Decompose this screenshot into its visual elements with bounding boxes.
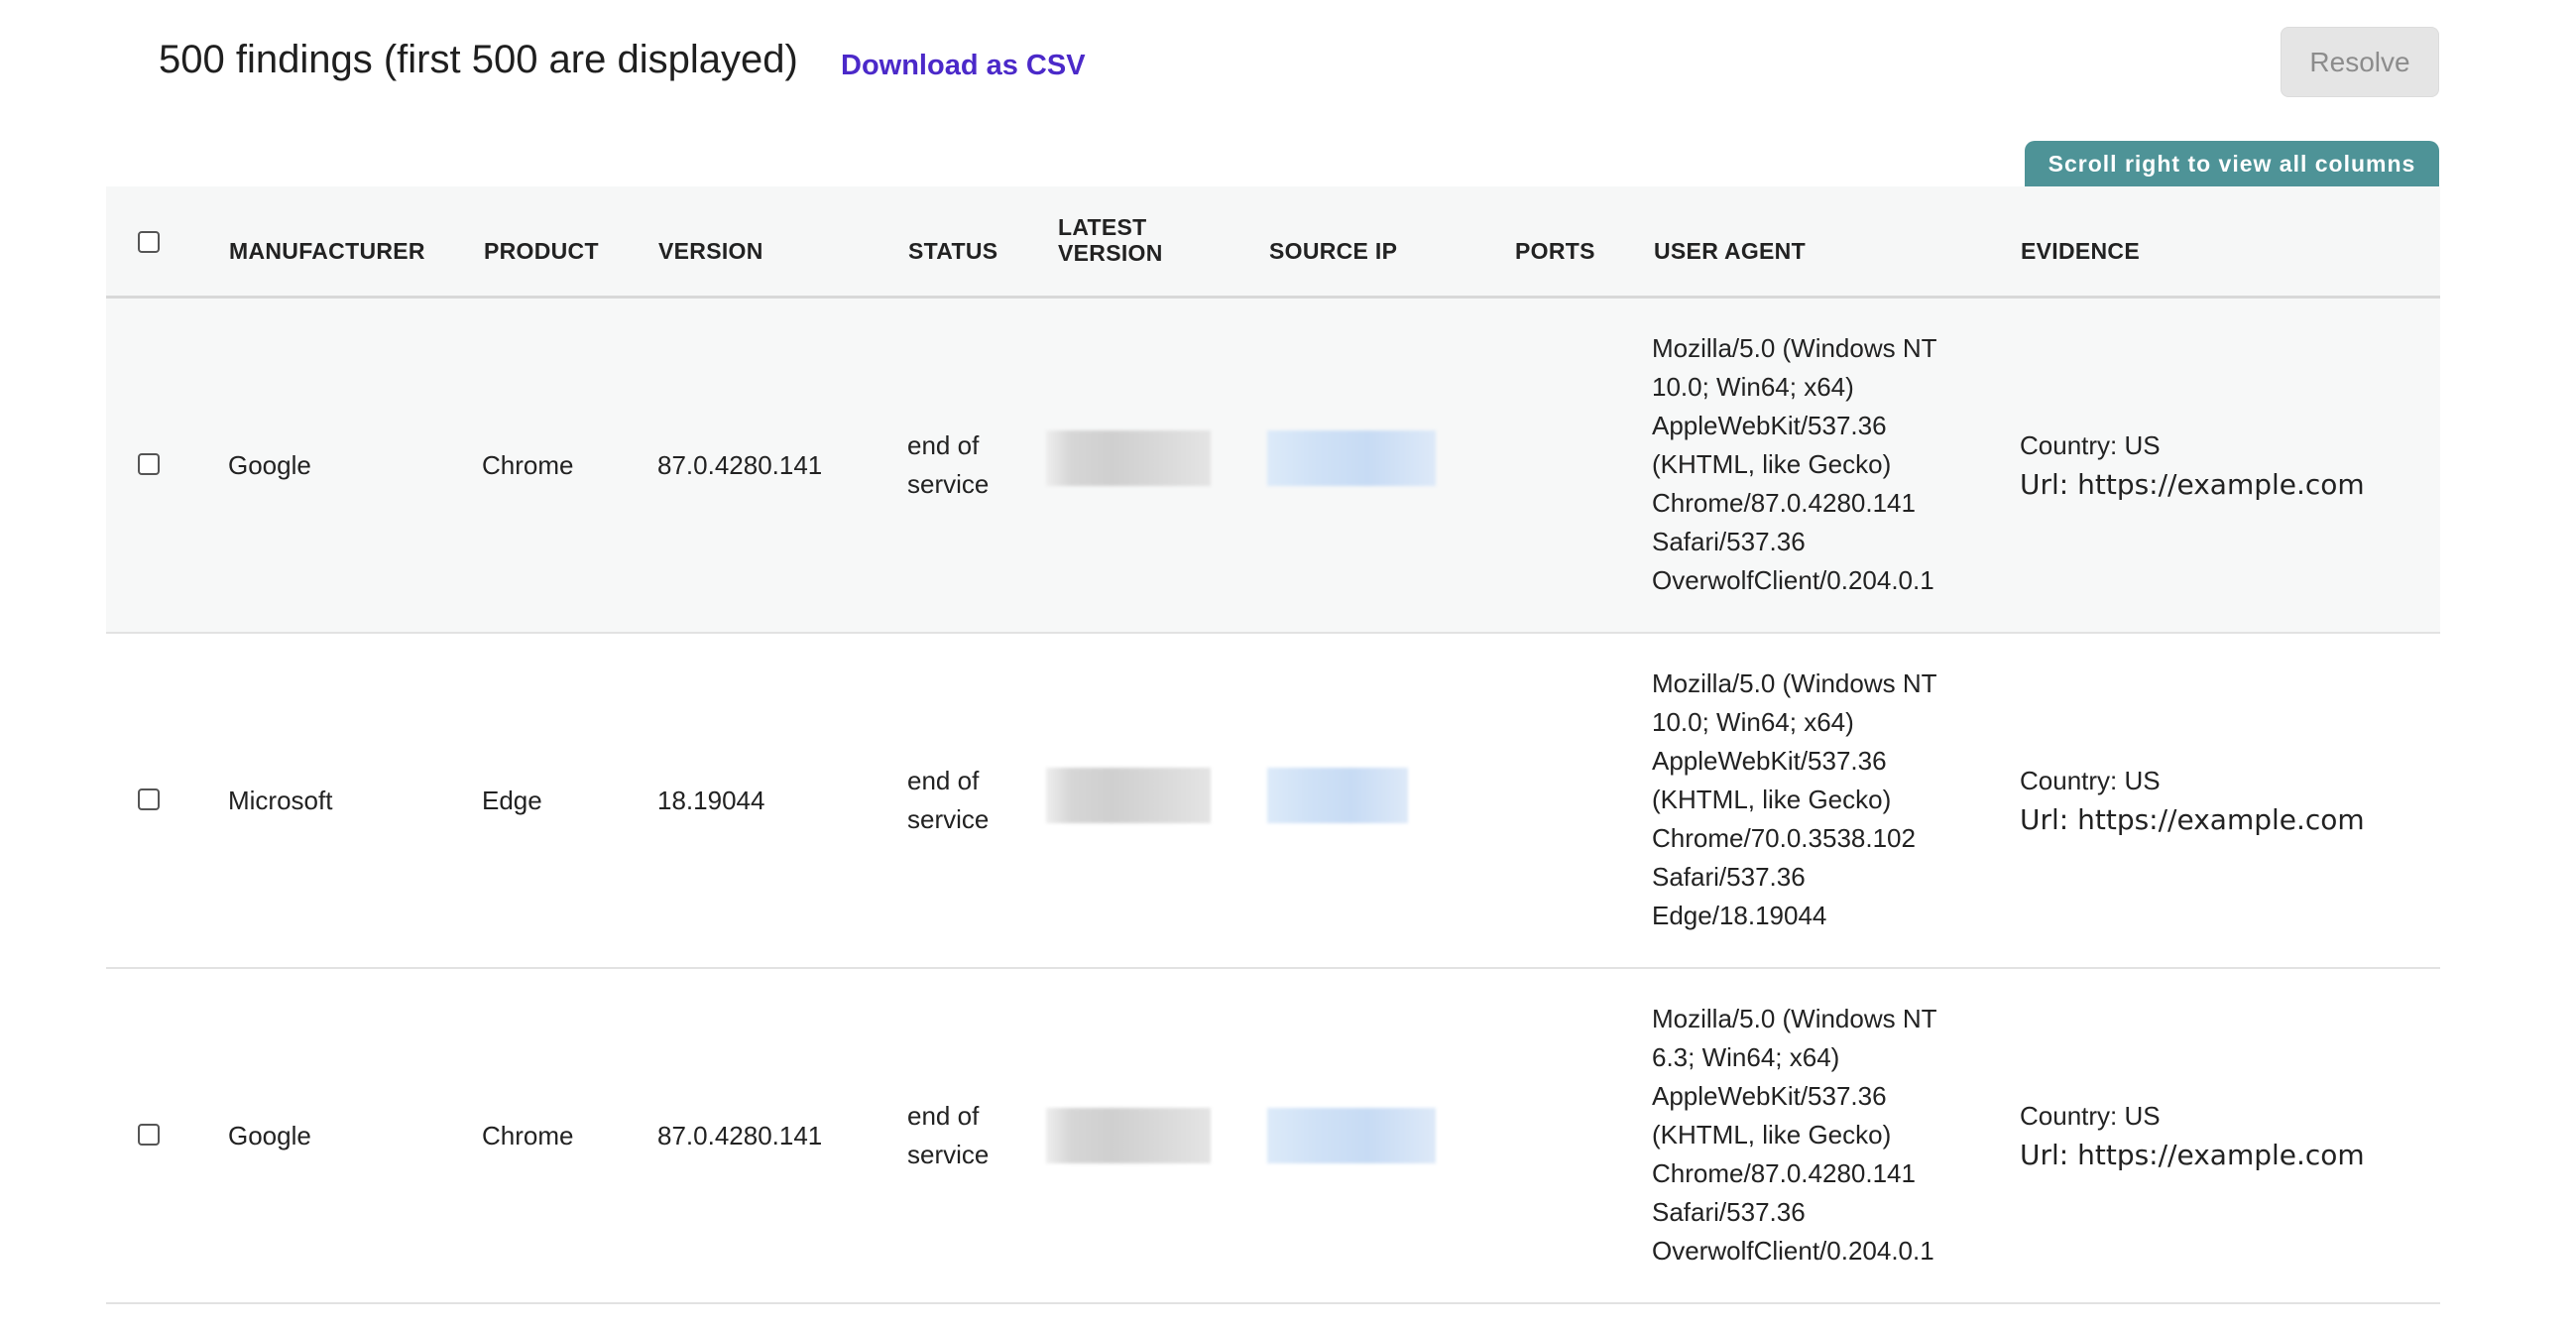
user-agent-line: Chrome/87.0.4280.141 xyxy=(1652,1158,1916,1188)
evidence-url: Url: https://example.com xyxy=(2020,803,2365,836)
column-header-latest-version[interactable]: LATEST VERSION xyxy=(1058,214,1163,266)
cell-user-agent: Mozilla/5.0 (Windows NT 6.3; Win64; x64)… xyxy=(1652,1000,1969,1270)
cell-status: end of service xyxy=(907,1097,989,1174)
column-header-version[interactable]: VERSION xyxy=(658,238,763,264)
user-agent-line: Edge/18.19044 xyxy=(1652,901,1827,930)
cell-status-line-1: end of xyxy=(907,1101,980,1131)
table-row[interactable]: Google Chrome 87.0.4280.141 end of servi… xyxy=(106,299,2440,634)
user-agent-line: OverwolfClient/0.204.0.1 xyxy=(1652,1236,1934,1266)
cell-user-agent: Mozilla/5.0 (Windows NT 10.0; Win64; x64… xyxy=(1652,665,1969,935)
findings-header: 500 findings (first 500 are displayed) D… xyxy=(0,0,2576,186)
column-header-manufacturer[interactable]: MANUFACTURER xyxy=(229,238,425,264)
page-title: 500 findings (first 500 are displayed) xyxy=(159,38,798,81)
user-agent-line: (KHTML, like Gecko) xyxy=(1652,449,1892,479)
column-header-ports[interactable]: PORTS xyxy=(1515,238,1595,264)
cell-status-line-2: service xyxy=(907,804,990,834)
cell-status-line-2: service xyxy=(907,469,990,499)
cell-product: Edge xyxy=(482,786,542,815)
findings-table: MANUFACTURER PRODUCT VERSION STATUS LATE… xyxy=(106,186,2440,1304)
cell-status: end of service xyxy=(907,762,989,839)
column-header-source-ip[interactable]: SOURCE IP xyxy=(1269,238,1397,264)
cell-manufacturer: Microsoft xyxy=(228,786,333,815)
cell-version: 18.19044 xyxy=(657,786,765,815)
cell-evidence: Country: US Url: https://example.com xyxy=(2020,762,2365,839)
evidence-country: Country: US xyxy=(2020,766,2161,795)
redacted-latest-version xyxy=(1046,1108,1211,1163)
cell-status-line-2: service xyxy=(907,1140,990,1169)
redacted-source-ip xyxy=(1267,1108,1436,1163)
user-agent-line: 10.0; Win64; x64) xyxy=(1652,372,1854,402)
select-all-checkbox[interactable] xyxy=(138,231,160,253)
resolve-button[interactable]: Resolve xyxy=(2281,27,2439,97)
table-row[interactable]: Microsoft Edge 18.19044 end of service M… xyxy=(106,634,2440,969)
cell-manufacturer: Google xyxy=(228,450,311,480)
user-agent-line: 6.3; Win64; x64) xyxy=(1652,1042,1840,1072)
cell-evidence: Country: US Url: https://example.com xyxy=(2020,1097,2365,1174)
user-agent-line: 10.0; Win64; x64) xyxy=(1652,707,1854,737)
user-agent-line: (KHTML, like Gecko) xyxy=(1652,1120,1892,1150)
row-checkbox[interactable] xyxy=(138,1124,160,1146)
cell-evidence: Country: US Url: https://example.com xyxy=(2020,426,2365,504)
cell-user-agent: Mozilla/5.0 (Windows NT 10.0; Win64; x64… xyxy=(1652,329,1969,600)
user-agent-line: Chrome/87.0.4280.141 xyxy=(1652,488,1916,518)
column-header-status[interactable]: STATUS xyxy=(908,238,997,264)
column-header-latest-version-line-2: VERSION xyxy=(1058,240,1163,266)
cell-version: 87.0.4280.141 xyxy=(657,450,823,480)
user-agent-line: AppleWebKit/537.36 xyxy=(1652,1081,1887,1111)
cell-status-line-1: end of xyxy=(907,430,980,460)
user-agent-line: (KHTML, like Gecko) xyxy=(1652,785,1892,814)
user-agent-line: Mozilla/5.0 (Windows NT xyxy=(1652,668,1937,698)
column-header-evidence[interactable]: EVIDENCE xyxy=(2021,238,2140,264)
table-row[interactable]: Google Chrome 87.0.4280.141 end of servi… xyxy=(106,969,2440,1304)
cell-version: 87.0.4280.141 xyxy=(657,1121,823,1150)
evidence-country: Country: US xyxy=(2020,430,2161,460)
user-agent-line: Chrome/70.0.3538.102 xyxy=(1652,823,1916,853)
row-checkbox[interactable] xyxy=(138,453,160,475)
evidence-country: Country: US xyxy=(2020,1101,2161,1131)
cell-product: Chrome xyxy=(482,1121,574,1150)
redacted-source-ip xyxy=(1267,430,1436,486)
redacted-latest-version xyxy=(1046,768,1211,823)
user-agent-line: Mozilla/5.0 (Windows NT xyxy=(1652,333,1937,363)
cell-status-line-1: end of xyxy=(907,766,980,795)
row-checkbox[interactable] xyxy=(138,788,160,810)
evidence-url: Url: https://example.com xyxy=(2020,1139,2365,1171)
evidence-url: Url: https://example.com xyxy=(2020,468,2365,501)
user-agent-line: Safari/537.36 xyxy=(1652,1197,1806,1227)
user-agent-line: AppleWebKit/537.36 xyxy=(1652,746,1887,776)
user-agent-line: Mozilla/5.0 (Windows NT xyxy=(1652,1004,1937,1033)
download-csv-link[interactable]: Download as CSV xyxy=(841,50,1086,82)
user-agent-line: OverwolfClient/0.204.0.1 xyxy=(1652,565,1934,595)
column-header-user-agent[interactable]: USER AGENT xyxy=(1654,238,1806,264)
table-header-row: MANUFACTURER PRODUCT VERSION STATUS LATE… xyxy=(106,186,2440,299)
user-agent-line: AppleWebKit/537.36 xyxy=(1652,411,1887,440)
cell-product: Chrome xyxy=(482,450,574,480)
column-header-product[interactable]: PRODUCT xyxy=(484,238,599,264)
column-header-latest-version-line-1: LATEST xyxy=(1058,214,1147,240)
user-agent-line: Safari/537.36 xyxy=(1652,862,1806,892)
redacted-source-ip xyxy=(1267,768,1408,823)
scroll-hint-badge: Scroll right to view all columns xyxy=(2025,141,2439,186)
redacted-latest-version xyxy=(1046,430,1211,486)
cell-status: end of service xyxy=(907,426,989,504)
cell-manufacturer: Google xyxy=(228,1121,311,1150)
user-agent-line: Safari/537.36 xyxy=(1652,527,1806,556)
